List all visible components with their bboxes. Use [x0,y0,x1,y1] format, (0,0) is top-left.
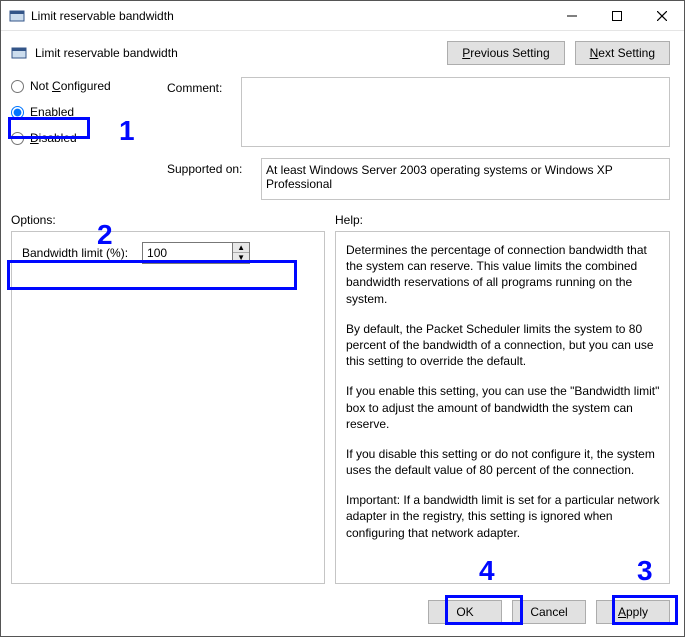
comment-textarea[interactable] [241,77,670,147]
help-paragraph: Important: If a bandwidth limit is set f… [346,492,661,541]
options-pane: Bandwidth limit (%): ▲ ▼ [11,231,325,584]
window-title: Limit reservable bandwidth [31,9,174,23]
help-paragraph: Determines the percentage of connection … [346,242,661,307]
minimize-button[interactable] [549,1,594,31]
radio-not-configured-input[interactable] [11,80,24,93]
supported-on-text: At least Windows Server 2003 operating s… [261,158,670,200]
window: Limit reservable bandwidth Limit reserva… [0,0,685,637]
cancel-button[interactable]: Cancel [512,600,586,624]
config-area: Not Configured Enabled Disabled Comment:… [1,69,684,207]
help-paragraph: If you enable this setting, you can use … [346,383,661,432]
help-paragraph: If you disable this setting or do not co… [346,446,661,478]
help-label: Help: [335,213,363,227]
policy-title: Limit reservable bandwidth [35,46,178,60]
options-label: Options: [11,213,335,227]
spinner-down-button[interactable]: ▼ [233,253,249,263]
comment-label: Comment: [167,77,233,150]
bandwidth-limit-spinner[interactable]: ▲ ▼ [142,242,250,264]
footer-buttons: OK Cancel Apply [1,592,684,636]
pane-labels: Options: Help: [1,207,684,231]
next-setting-button[interactable]: Next Setting [575,41,670,65]
ok-button[interactable]: OK [428,600,502,624]
app-icon [9,8,25,24]
bandwidth-limit-label: Bandwidth limit (%): [22,246,128,260]
radio-disabled-input[interactable] [11,132,24,145]
supported-on-label: Supported on: [167,158,253,203]
help-paragraph: By default, the Packet Scheduler limits … [346,321,661,370]
titlebar: Limit reservable bandwidth [1,1,684,31]
previous-setting-button[interactable]: Previous Setting [447,41,564,65]
radio-enabled-input[interactable] [11,106,24,119]
radio-not-configured[interactable]: Not Configured [11,79,161,93]
header-row: Limit reservable bandwidth Previous Sett… [1,31,684,69]
spinner-up-button[interactable]: ▲ [233,243,249,253]
panes: Bandwidth limit (%): ▲ ▼ Determines the … [1,231,684,592]
bandwidth-limit-input[interactable] [142,242,232,264]
apply-button[interactable]: Apply [596,600,670,624]
policy-icon [11,45,27,61]
radio-disabled[interactable]: Disabled [11,131,161,145]
state-radio-group: Not Configured Enabled Disabled [11,77,161,145]
help-pane: Determines the percentage of connection … [335,231,670,584]
maximize-button[interactable] [594,1,639,31]
radio-enabled[interactable]: Enabled [11,105,161,119]
close-button[interactable] [639,1,684,31]
